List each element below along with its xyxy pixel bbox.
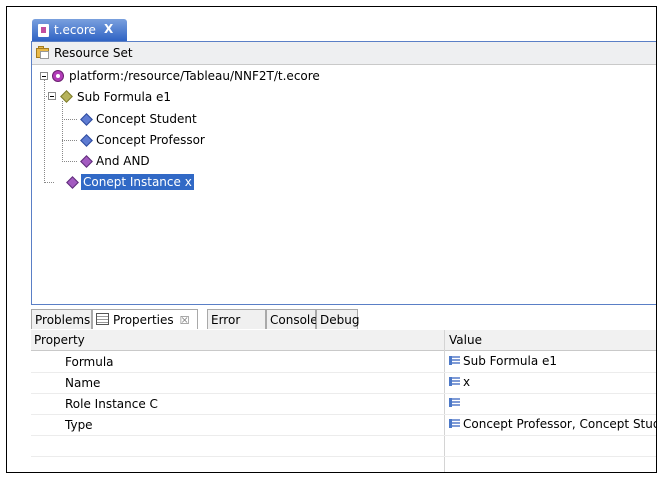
tree-node-conept-instance-selected[interactable]: Conept Instance x bbox=[81, 174, 194, 190]
value-list-icon bbox=[449, 419, 460, 428]
value-list-icon bbox=[449, 398, 460, 407]
table-row[interactable]: Type Concept Professor, Concept Student bbox=[31, 414, 656, 436]
editor-tabbar: t.ecore X bbox=[31, 17, 656, 41]
close-icon[interactable]: X bbox=[104, 22, 113, 36]
resource-set-title: Resource Set bbox=[54, 46, 133, 60]
resource-set-folder-icon bbox=[36, 46, 50, 59]
column-header-value[interactable]: Value bbox=[449, 333, 482, 347]
value-list-icon bbox=[449, 377, 460, 386]
property-name: Name bbox=[65, 376, 101, 390]
window-frame: t.ecore X Resource Set platform:/resourc… bbox=[6, 6, 657, 473]
ecore-package-icon bbox=[52, 70, 64, 82]
properties-table: Property Value Formula Sub Formula e1 Na… bbox=[31, 330, 656, 472]
value-list-icon bbox=[449, 356, 460, 365]
tree-node-concept-professor[interactable]: Concept Professor bbox=[96, 133, 205, 147]
resource-set-header: Resource Set bbox=[32, 42, 656, 65]
property-value-text: Concept Professor, Concept Student bbox=[463, 417, 656, 431]
collapse-toggle[interactable] bbox=[40, 72, 48, 80]
tab-problems[interactable]: Problems bbox=[31, 309, 92, 329]
tree-node-concept-student[interactable]: Concept Student bbox=[96, 112, 197, 126]
column-header-property[interactable]: Property bbox=[34, 333, 85, 347]
tree-line bbox=[44, 96, 47, 97]
tab-console-label: Console bbox=[270, 313, 318, 327]
tab-error-log[interactable]: Error Log bbox=[207, 309, 266, 347]
ecore-editor: Resource Set platform:/resource/Tableau/… bbox=[31, 41, 656, 305]
tab-properties-label: Properties bbox=[113, 313, 174, 327]
table-row-empty bbox=[31, 435, 656, 457]
class-diamond-icon bbox=[66, 176, 79, 189]
property-name: Type bbox=[65, 418, 93, 432]
tree-node-and[interactable]: And AND bbox=[96, 154, 150, 168]
model-tree: platform:/resource/Tableau/NNF2T/t.ecore… bbox=[32, 65, 656, 303]
property-name: Formula bbox=[65, 355, 114, 369]
tree-line bbox=[62, 101, 63, 162]
ecore-file-icon bbox=[38, 24, 49, 37]
editor-tab-label: t.ecore bbox=[54, 23, 96, 37]
tree-line bbox=[62, 119, 77, 120]
collapse-toggle[interactable] bbox=[48, 92, 56, 100]
table-header: Property Value bbox=[31, 330, 656, 351]
class-diamond-icon bbox=[80, 155, 93, 168]
class-diamond-icon bbox=[80, 134, 93, 147]
tree-line bbox=[62, 140, 77, 141]
property-value-text: x bbox=[463, 375, 471, 389]
tree-line bbox=[62, 161, 77, 162]
tree-node-root[interactable]: platform:/resource/Tableau/NNF2T/t.ecore bbox=[69, 69, 320, 83]
tab-properties[interactable]: Properties ☒ bbox=[92, 309, 198, 329]
property-value: Sub Formula e1 bbox=[449, 354, 557, 368]
property-value: Concept Professor, Concept Student bbox=[449, 417, 656, 431]
property-name: Role Instance C bbox=[65, 397, 158, 411]
property-value bbox=[449, 396, 463, 410]
tab-debug[interactable]: Debug bbox=[316, 309, 360, 329]
table-row[interactable]: Role Instance C bbox=[31, 393, 656, 415]
tab-debug-label: Debug bbox=[320, 313, 360, 327]
tab-problems-label: Problems bbox=[35, 313, 91, 327]
class-diamond-icon bbox=[80, 113, 93, 126]
tree-node-sub-formula[interactable]: Sub Formula e1 bbox=[77, 90, 171, 104]
close-view-icon[interactable]: ☒ bbox=[180, 311, 190, 331]
table-row[interactable]: Formula Sub Formula e1 bbox=[31, 351, 656, 373]
tab-console[interactable]: Console bbox=[266, 309, 318, 329]
property-value: x bbox=[449, 375, 470, 389]
property-value-text: Sub Formula e1 bbox=[463, 354, 558, 368]
table-row[interactable]: Name x bbox=[31, 372, 656, 394]
editor-tab-tecore[interactable]: t.ecore X bbox=[32, 19, 127, 41]
workbench: t.ecore X Resource Set platform:/resourc… bbox=[31, 17, 656, 472]
properties-icon bbox=[96, 313, 109, 325]
view-tabbar: Problems Properties ☒ Error Log Console D… bbox=[31, 308, 656, 347]
tree-line bbox=[44, 182, 54, 183]
